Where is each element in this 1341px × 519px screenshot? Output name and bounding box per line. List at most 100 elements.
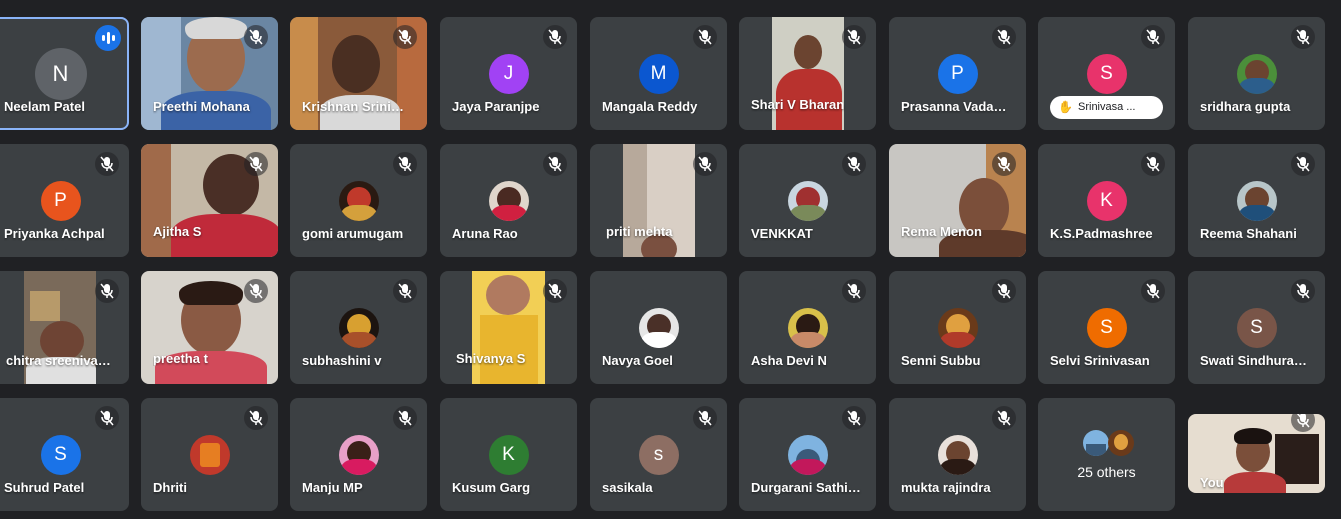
participant-name: Jaya Paranjpe <box>452 99 540 114</box>
participant-tile[interactable]: Shari V Bharan <box>739 17 876 130</box>
participant-tile[interactable]: Asha Devi N <box>739 271 876 384</box>
mic-off-icon <box>1291 152 1315 176</box>
participant-tile[interactable]: Manju MP <box>290 398 427 511</box>
participant-tile[interactable]: mukta rajindra <box>889 398 1026 511</box>
participant-tile[interactable]: M Mangala Reddy <box>590 17 727 130</box>
avatar: J <box>488 54 529 94</box>
participant-name: Priyanka Achpal <box>4 226 105 241</box>
participant-video <box>772 17 844 130</box>
participant-name: sasikala <box>602 480 653 495</box>
avatar <box>338 181 379 221</box>
participant-name: Selvi Srinivasan <box>1050 353 1150 368</box>
mic-off-icon <box>992 279 1016 303</box>
mic-off-icon <box>842 406 866 430</box>
participant-tile[interactable]: priti mehta <box>590 144 727 257</box>
participant-name: Shari V Bharan <box>751 97 845 112</box>
participant-tile[interactable]: S Selvi Srinivasan <box>1038 271 1175 384</box>
avatar <box>338 435 379 475</box>
mic-off-icon <box>543 25 567 49</box>
mic-off-icon <box>244 406 268 430</box>
participant-name: Preethi Mohana <box>153 99 250 114</box>
participant-tile[interactable]: VENKKAT <box>739 144 876 257</box>
self-view-tile[interactable]: You <box>1188 414 1325 493</box>
participant-tile[interactable]: Navya Goel <box>590 271 727 384</box>
avatar: P <box>40 181 81 221</box>
participant-tile[interactable]: subhashini v <box>290 271 427 384</box>
participant-tile[interactable]: Dhriti <box>141 398 278 511</box>
participant-tile[interactable]: preetha t <box>141 271 278 384</box>
avatar: S <box>40 435 81 475</box>
mic-off-icon <box>543 279 567 303</box>
participant-name: Dhriti <box>153 480 187 495</box>
mic-off-icon <box>244 25 268 49</box>
mic-off-icon <box>244 152 268 176</box>
participant-tile[interactable]: Krishnan Srinivasan <box>290 17 427 130</box>
mic-off-icon <box>543 152 567 176</box>
participant-tile[interactable]: K K.S.Padmashree <box>1038 144 1175 257</box>
mic-off-icon <box>693 25 717 49</box>
mic-off-icon <box>95 279 119 303</box>
avatar: K <box>1086 181 1127 221</box>
mic-off-icon <box>992 25 1016 49</box>
participant-name: preetha t <box>153 351 208 366</box>
avatar: N <box>34 48 87 100</box>
participant-name: Suhrud Patel <box>4 480 85 495</box>
mic-off-icon <box>1141 25 1165 49</box>
participant-name: Shivanya S <box>456 351 526 366</box>
participant-tile[interactable]: Preethi Mohana <box>141 17 278 130</box>
participant-tile[interactable]: gomi arumugam <box>290 144 427 257</box>
participant-tile[interactable]: S ✋ Srinivasa ... <box>1038 17 1175 130</box>
self-label: You <box>1200 475 1224 490</box>
participant-video <box>472 271 545 384</box>
participant-name: Senni Subbu <box>901 353 981 368</box>
avatar <box>338 308 379 348</box>
participant-name: Ajitha S <box>153 224 202 239</box>
avatar <box>1083 430 1109 456</box>
avatar <box>787 308 828 348</box>
participant-tile[interactable]: Rema Menon <box>889 144 1026 257</box>
participant-tile[interactable]: Reema Shahani <box>1188 144 1325 257</box>
participant-tile[interactable]: P Priyanka Achpal <box>0 144 129 257</box>
participant-tile[interactable]: S Suhrud Patel <box>0 398 129 511</box>
participant-tile[interactable]: S Swati Sindhurakar <box>1188 271 1325 384</box>
avatar <box>189 435 230 475</box>
mic-off-icon <box>244 279 268 303</box>
participant-name: Prasanna Vadakkepat <box>901 99 1012 114</box>
participant-name: mukta rajindra <box>901 480 991 495</box>
participant-name: Aruna Rao <box>452 226 518 241</box>
mic-off-icon <box>393 279 417 303</box>
participant-name: Reema Shahani <box>1200 226 1297 241</box>
participant-name: Manju MP <box>302 480 363 495</box>
mic-off-icon <box>393 25 417 49</box>
participant-tile[interactable]: P Prasanna Vadakkepat <box>889 17 1026 130</box>
participant-tile[interactable]: J Jaya Paranjpe <box>440 17 577 130</box>
audio-wave-icon <box>95 25 121 51</box>
participant-tile[interactable]: sridhara gupta <box>1188 17 1325 130</box>
more-participants-tile[interactable]: 25 others <box>1038 398 1175 511</box>
participant-tile[interactable]: N Neelam Patel <box>0 17 129 130</box>
participant-name: chitra sreenivasan <box>6 353 111 368</box>
avatar <box>937 435 978 475</box>
avatar: M <box>638 54 679 94</box>
participant-tile[interactable]: Senni Subbu <box>889 271 1026 384</box>
mic-off-icon <box>693 152 717 176</box>
participant-name: Swati Sindhurakar <box>1200 353 1311 368</box>
participant-name: priti mehta <box>606 224 673 239</box>
avatar <box>1236 54 1277 94</box>
participant-tile[interactable]: Shivanya S <box>440 271 577 384</box>
participant-tile[interactable]: Durgarani Sathish <box>739 398 876 511</box>
avatar <box>787 435 828 475</box>
mic-off-icon <box>693 406 717 430</box>
participant-name: Kusum Garg <box>452 480 531 495</box>
avatar <box>787 181 828 221</box>
avatar <box>488 181 529 221</box>
others-count: 25 others <box>1077 464 1136 480</box>
mic-off-icon <box>1141 279 1165 303</box>
participant-tile[interactable]: Aruna Rao <box>440 144 577 257</box>
participant-tile[interactable]: s sasikala <box>590 398 727 511</box>
participant-name: Asha Devi N <box>751 353 827 368</box>
mic-off-icon <box>842 152 866 176</box>
participant-tile[interactable]: K Kusum Garg <box>440 398 577 511</box>
participant-tile[interactable]: chitra sreenivasan <box>0 271 129 384</box>
participant-tile[interactable]: Ajitha S <box>141 144 278 257</box>
